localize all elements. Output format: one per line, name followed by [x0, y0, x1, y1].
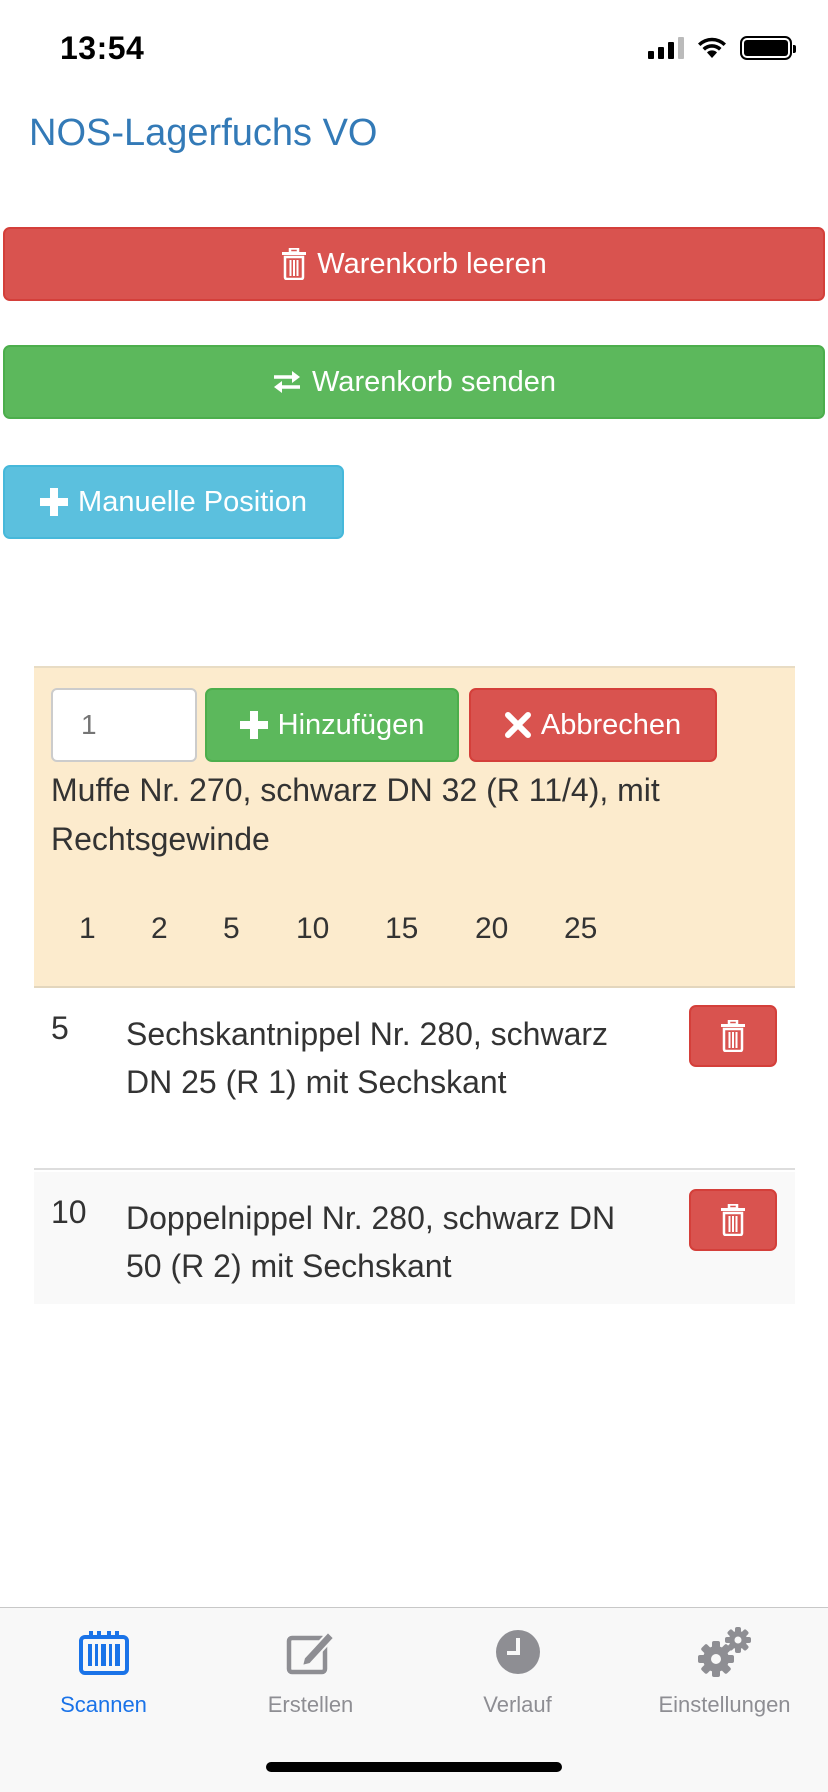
item-description: Sechskantnippel Nr. 280, schwarz DN 25 (… — [126, 1016, 609, 1100]
tab-label: Verlauf — [483, 1692, 552, 1717]
cancel-button[interactable]: Abbrechen — [469, 688, 717, 762]
status-time: 13:54 — [60, 30, 145, 66]
clock-icon — [494, 1626, 542, 1678]
plus-icon — [40, 488, 69, 516]
quantity-option[interactable]: 25 — [564, 912, 597, 946]
cancel-label: Abbrechen — [540, 708, 682, 741]
quantity-option[interactable]: 2 — [151, 912, 168, 946]
status-icons — [648, 36, 796, 60]
quantity-option[interactable]: 1 — [79, 912, 96, 946]
table-row: 10 Doppelnippel Nr. 280, schwarz DN 50 (… — [34, 1172, 795, 1304]
transfer-icon — [272, 369, 302, 395]
gears-icon — [696, 1626, 754, 1678]
trash-icon — [721, 1020, 745, 1052]
item-quantity: 10 — [51, 1194, 87, 1230]
item-quantity: 5 — [51, 1010, 69, 1046]
quantity-input[interactable] — [51, 688, 197, 762]
delete-item-button[interactable] — [689, 1005, 777, 1067]
quantity-option[interactable]: 20 — [475, 912, 508, 946]
tab-erstellen[interactable]: Erstellen — [207, 1608, 414, 1728]
trash-icon — [281, 248, 307, 280]
tab-label: Einstellungen — [658, 1692, 791, 1717]
item-description: Doppelnippel Nr. 280, schwarz DN 50 (R 2… — [126, 1200, 616, 1284]
close-icon — [504, 712, 531, 738]
quantity-option[interactable]: 10 — [296, 912, 329, 946]
quantity-option[interactable]: 5 — [223, 912, 240, 946]
delete-item-button[interactable] — [689, 1189, 777, 1251]
tab-label: Erstellen — [267, 1692, 354, 1717]
tab-label: Scannen — [60, 1692, 147, 1717]
manual-position-label: Manuelle Position — [78, 485, 307, 518]
tab-scannen[interactable]: Scannen — [0, 1608, 207, 1728]
table-row: 5 Sechskantnippel Nr. 280, schwarz DN 25… — [34, 988, 795, 1170]
trash-icon — [721, 1204, 745, 1236]
active-item-panel: Hinzufügen Abbrechen Muffe Nr. 270, schw… — [34, 666, 795, 988]
manual-position-button[interactable]: Manuelle Position — [3, 465, 344, 539]
quantity-option[interactable]: 15 — [385, 912, 418, 946]
edit-icon — [286, 1626, 336, 1678]
wifi-icon — [698, 37, 726, 58]
tab-verlauf[interactable]: Verlauf — [414, 1608, 621, 1728]
clear-cart-button[interactable]: Warenkorb leeren — [3, 227, 825, 301]
add-button[interactable]: Hinzufügen — [205, 688, 459, 762]
cellular-signal-icon — [648, 37, 684, 59]
tab-einstellungen[interactable]: Einstellungen — [621, 1608, 828, 1728]
battery-icon — [740, 36, 796, 60]
active-item-description: Muffe Nr. 270, schwarz DN 32 (R 11/4), m… — [51, 772, 660, 857]
send-cart-label: Warenkorb senden — [312, 365, 556, 398]
plus-icon — [239, 711, 268, 739]
send-cart-button[interactable]: Warenkorb senden — [3, 345, 825, 419]
barcode-scan-icon — [78, 1626, 129, 1678]
clear-cart-label: Warenkorb leeren — [317, 247, 547, 280]
add-label: Hinzufügen — [277, 708, 425, 741]
status-bar: 13:54 — [0, 0, 828, 96]
home-indicator — [266, 1762, 562, 1772]
page-title: NOS-Lagerfuchs VO — [29, 112, 378, 154]
